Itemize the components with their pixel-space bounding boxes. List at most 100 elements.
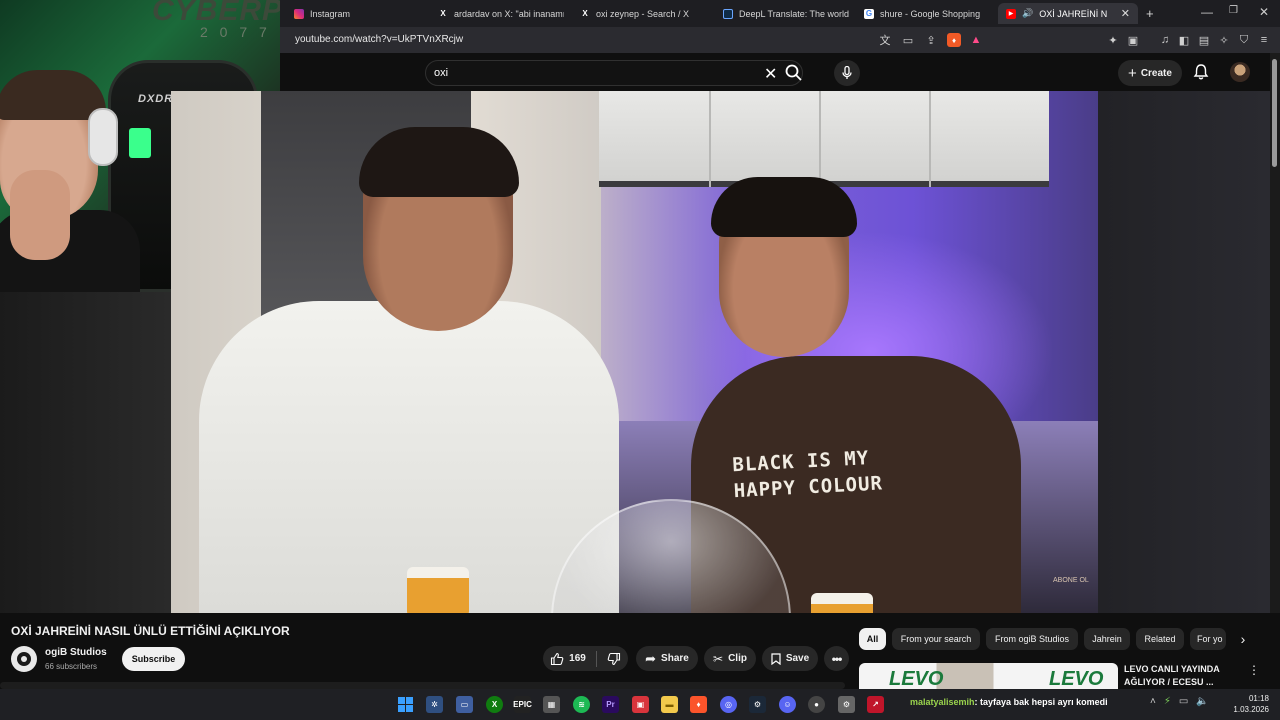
- share-icon[interactable]: ⇪: [924, 33, 938, 47]
- epic-games-icon[interactable]: EPIC: [513, 696, 532, 713]
- brave-shield-icon[interactable]: ♦: [947, 33, 961, 47]
- vpn-icon[interactable]: ⛉: [1237, 33, 1251, 47]
- chips-next-icon[interactable]: ›: [1233, 631, 1253, 649]
- restore-icon[interactable]: ❐: [1229, 5, 1238, 16]
- tab-youtube-active[interactable]: ▶ 🔊 OXİ JAHREİNİ NASIL Ü ✕: [998, 3, 1138, 24]
- thumbs-up-icon[interactable]: [550, 652, 564, 666]
- chip-from-channel[interactable]: From ogiB Studios: [986, 628, 1078, 650]
- chip-all[interactable]: All: [859, 628, 886, 650]
- system-tray[interactable]: ˄ ⚡ ▭ 🔈: [1150, 696, 1209, 707]
- xbox-icon[interactable]: X: [486, 696, 503, 713]
- search-input[interactable]: oxi: [434, 67, 448, 79]
- close-tab-icon[interactable]: ✕: [1121, 7, 1130, 20]
- voice-search-button[interactable]: [834, 60, 860, 86]
- cast-icon[interactable]: ▭: [901, 33, 915, 47]
- subscribe-button[interactable]: Subscribe: [122, 647, 185, 671]
- tray-chevron-icon[interactable]: ˄: [1150, 696, 1156, 707]
- sidebar-icon[interactable]: ◧: [1177, 33, 1191, 47]
- tab-instagram[interactable]: Instagram: [294, 3, 434, 24]
- tray-app-icon[interactable]: ⚡: [1164, 696, 1171, 707]
- chip-related[interactable]: Related: [1136, 628, 1184, 650]
- scissors-icon: ✂: [713, 651, 724, 666]
- tab-deepl[interactable]: DeepL Translate: The world's m: [723, 3, 849, 24]
- brave-rewards-icon[interactable]: ▲: [969, 33, 983, 47]
- more-actions-button[interactable]: •••: [824, 646, 849, 671]
- scrollbar-thumb[interactable]: [1272, 59, 1277, 167]
- app-icon-red[interactable]: ▣: [632, 696, 649, 713]
- minimize-icon[interactable]: —: [1201, 5, 1213, 19]
- menu-icon[interactable]: ≡: [1257, 33, 1271, 47]
- share-button[interactable]: ➦ Share: [636, 646, 698, 671]
- clip-button[interactable]: ✂ Clip: [704, 646, 756, 671]
- page-scrollbar[interactable]: [1270, 53, 1280, 613]
- chip-from-your-search[interactable]: From your search: [892, 628, 980, 650]
- create-button[interactable]: + Create: [1118, 60, 1182, 86]
- app-icon-arrow[interactable]: ↗: [867, 696, 884, 713]
- chat-user: malatyalisemih: [910, 697, 975, 707]
- ellipsis-icon: •••: [831, 651, 843, 666]
- chip-jahrein[interactable]: Jahrein: [1084, 628, 1130, 650]
- clear-search-icon[interactable]: ✕: [764, 64, 777, 84]
- extensions-icon[interactable]: ✦: [1106, 33, 1120, 47]
- search-icon[interactable]: [784, 63, 804, 83]
- youtube-header: oxi ✕ + Create: [280, 53, 1280, 91]
- spotify-icon[interactable]: ≋: [573, 696, 590, 713]
- volume-icon[interactable]: 🔈: [1196, 696, 1208, 707]
- video-player[interactable]: BLACK IS MY HAPPY COLOUR ABONE OL: [171, 91, 1098, 613]
- app-icon-monitor[interactable]: ▭: [456, 696, 473, 713]
- clock[interactable]: 01:18 1.03.2026: [1231, 693, 1269, 715]
- like-count[interactable]: 169: [569, 653, 586, 664]
- url-field[interactable]: youtube.com/watch?v=UkPTVnXRcjw: [295, 34, 463, 45]
- leo-ai-icon[interactable]: ✧: [1217, 33, 1231, 47]
- app-icon-circle[interactable]: ◎: [720, 696, 737, 713]
- settings-gear-icon[interactable]: ⚙: [838, 696, 855, 713]
- search-box[interactable]: oxi ✕: [425, 60, 803, 86]
- chip-for-you[interactable]: For yo: [1190, 628, 1226, 650]
- windows-taskbar: ✲ ▭ X EPIC ▦ ≋ Pr ▣ ▬ ♦ ◎ ⚙ ☺ ● ⚙ ↗ mala…: [0, 689, 1280, 720]
- player-left-backdrop: [0, 292, 171, 613]
- account-avatar[interactable]: [1230, 62, 1250, 82]
- thumbs-down-icon[interactable]: [607, 652, 621, 666]
- discord-icon[interactable]: ☺: [779, 696, 796, 713]
- wallet-icon[interactable]: ▤: [1197, 33, 1211, 47]
- google-shopping-icon: G: [864, 8, 874, 19]
- shirt-print: BLACK IS MY HAPPY COLOUR: [731, 447, 884, 503]
- file-explorer-icon[interactable]: ▬: [661, 696, 678, 713]
- tab-google-shopping[interactable]: G shure - Google Shopping: [864, 3, 990, 24]
- microphone-icon: [842, 66, 852, 79]
- recommendation-thumbnail[interactable]: LEVO LEVO: [859, 663, 1118, 689]
- browser-tab-bar: Instagram X ardardav on X: "abi inanamıy…: [280, 0, 1280, 27]
- app-icon-calculator[interactable]: ▦: [543, 696, 560, 713]
- obs-icon[interactable]: ●: [808, 696, 825, 713]
- premiere-pro-icon[interactable]: Pr: [602, 696, 619, 713]
- guest-left: [199, 301, 619, 613]
- channel-name[interactable]: ogiB Studios: [45, 647, 107, 658]
- description-box[interactable]: [0, 682, 845, 689]
- network-icon[interactable]: ▭: [1179, 696, 1188, 707]
- notifications-bell-icon[interactable]: [1192, 63, 1210, 81]
- translate-icon[interactable]: 文: [878, 33, 892, 47]
- chat-overlay-message: malatyalisemih: tayfaya bak hepsi ayrı k…: [910, 697, 1108, 707]
- new-tab-button[interactable]: +: [1146, 3, 1160, 24]
- windows-start-icon[interactable]: [397, 696, 414, 713]
- screenshot-icon[interactable]: ▣: [1126, 33, 1140, 47]
- bookmark-icon: [771, 652, 781, 665]
- channel-avatar[interactable]: [11, 646, 37, 672]
- mug: [407, 567, 469, 613]
- address-bar: youtube.com/watch?v=UkPTVnXRcjw 文 ▭ ⇪ ♦ …: [280, 27, 1280, 53]
- channel-logo-icon: [17, 652, 31, 666]
- steam-icon[interactable]: ⚙: [749, 696, 766, 713]
- mug: [811, 593, 873, 613]
- brave-browser-icon[interactable]: ♦: [690, 696, 707, 713]
- webcam-neon-subtext: 2 0 7 7: [200, 24, 271, 40]
- recommendation-menu-icon[interactable]: ⋮: [1248, 663, 1260, 677]
- app-icon-network[interactable]: ✲: [426, 696, 443, 713]
- save-button[interactable]: Save: [762, 646, 818, 671]
- close-window-icon[interactable]: ✕: [1259, 5, 1269, 19]
- music-icon[interactable]: ♫: [1158, 33, 1172, 47]
- tab-x-ardardav[interactable]: X ardardav on X: "abi inanamıyor: [438, 3, 564, 24]
- streamer: [0, 70, 140, 292]
- instagram-icon: [294, 8, 304, 19]
- tab-x-search[interactable]: X oxi zeynep - Search / X: [580, 3, 710, 24]
- recommendation-title[interactable]: LEVO CANLI YAYINDA AĞLIYOR / ECESU ...: [1124, 663, 1234, 689]
